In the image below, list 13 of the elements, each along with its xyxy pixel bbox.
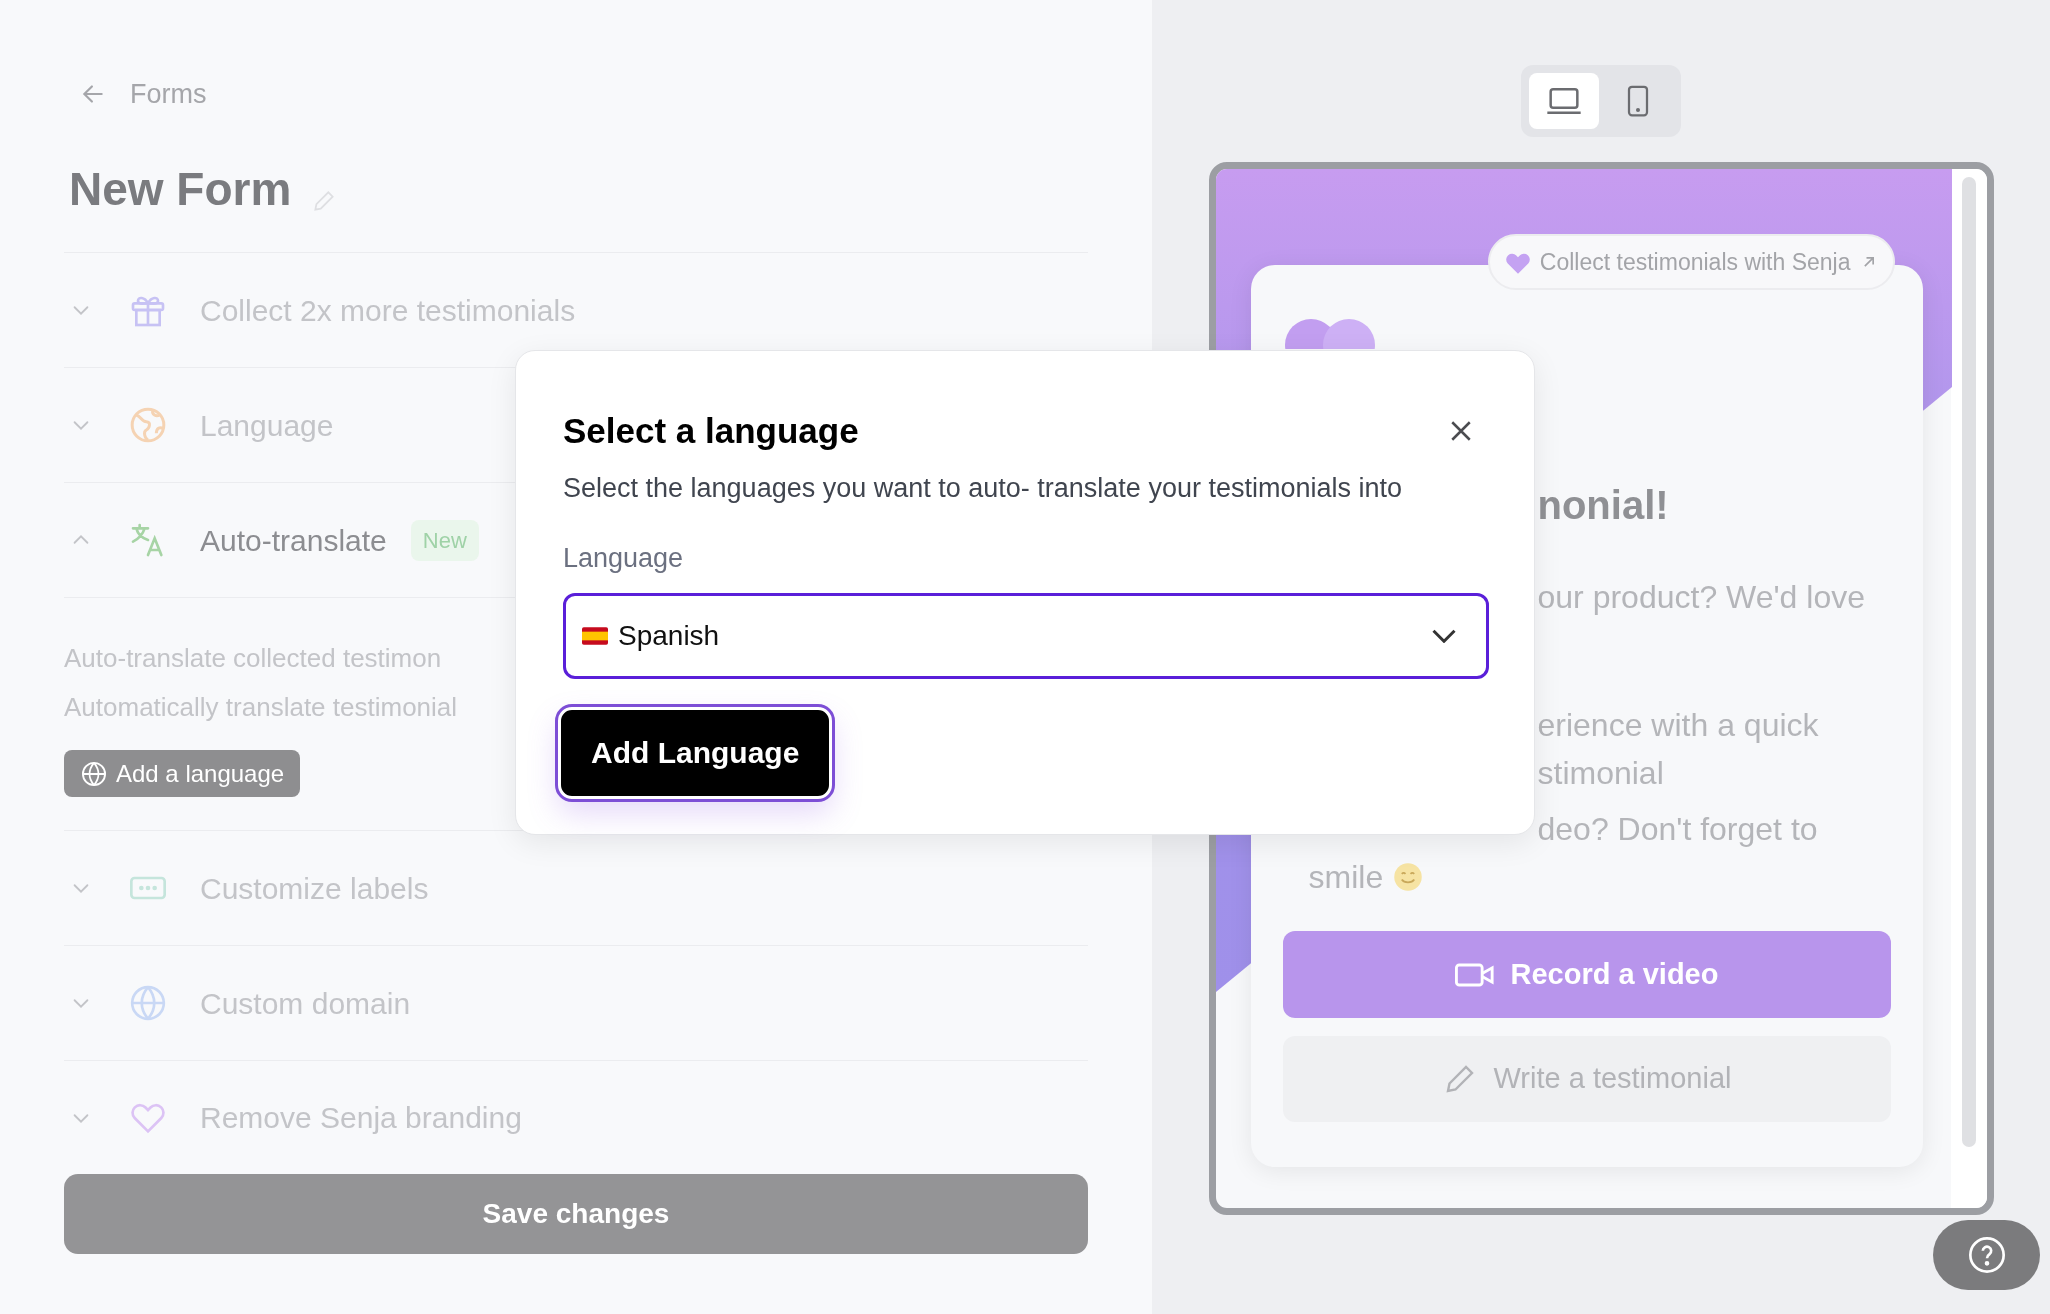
preview-text: erience with a quick [1537, 706, 1820, 745]
new-badge: New [410, 519, 479, 561]
section-title: Auto-translate [200, 522, 387, 559]
form-title: New Form [69, 161, 292, 217]
preview-text: smile [1308, 858, 1384, 897]
field-label: Language [563, 542, 685, 575]
dialog-title: Select a language [563, 410, 859, 452]
preview-text: stimonial [1537, 754, 1665, 793]
dialog-subtitle: Select the languages you want to auto- translate your testimonials into [563, 471, 1402, 505]
preview-text: our product? We'd love [1537, 578, 1866, 617]
select-value: Spanish [618, 618, 720, 653]
preview-text: deo? Don't forget to [1537, 810, 1819, 849]
preview-heading: nonial! [1537, 482, 1670, 529]
